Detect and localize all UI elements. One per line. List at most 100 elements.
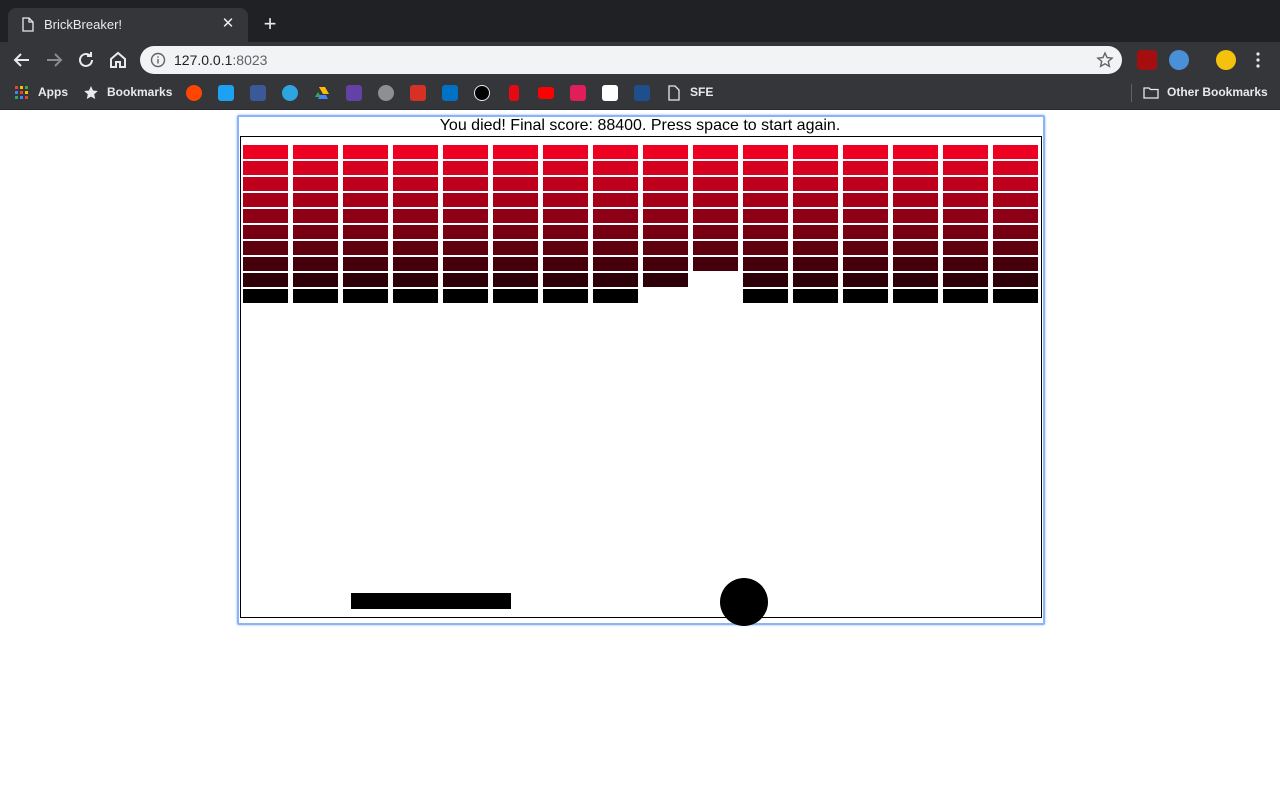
brick <box>793 193 838 207</box>
brick <box>343 177 388 191</box>
brick <box>243 241 288 255</box>
brick <box>743 257 788 271</box>
home-icon[interactable] <box>106 48 130 72</box>
brick <box>493 289 538 303</box>
brick <box>493 241 538 255</box>
brick <box>893 209 938 223</box>
brick <box>543 161 588 175</box>
brick <box>993 257 1038 271</box>
github-icon[interactable] <box>474 85 490 101</box>
brick <box>243 273 288 287</box>
brick <box>443 241 488 255</box>
brick <box>443 145 488 159</box>
brick <box>343 209 388 223</box>
brick <box>793 289 838 303</box>
brick <box>243 225 288 239</box>
tab-brickbreaker[interactable]: BrickBreaker! ✕ <box>8 8 248 42</box>
brick <box>593 145 638 159</box>
brick <box>843 209 888 223</box>
brick <box>693 161 738 175</box>
ublock-icon[interactable] <box>1137 50 1157 70</box>
brick <box>343 193 388 207</box>
address-bar[interactable]: 127.0.0.1:8023 <box>140 46 1122 74</box>
brick <box>943 145 988 159</box>
close-tab-icon[interactable]: ✕ <box>218 14 238 34</box>
brick <box>943 273 988 287</box>
brick <box>943 289 988 303</box>
brick <box>293 289 338 303</box>
reload-icon[interactable] <box>74 48 98 72</box>
brick <box>543 177 588 191</box>
game-canvas[interactable] <box>240 136 1042 626</box>
game-status-message: You died! Final score: 88400. Press spac… <box>439 117 841 134</box>
brick <box>943 209 988 223</box>
brick <box>393 177 438 191</box>
brick <box>843 257 888 271</box>
apple-icon[interactable] <box>378 85 394 101</box>
outlook-icon[interactable] <box>442 85 458 101</box>
site-info-icon[interactable] <box>150 52 166 68</box>
brick <box>793 177 838 191</box>
brick <box>843 289 888 303</box>
brick <box>743 273 788 287</box>
drive-icon[interactable] <box>314 85 330 101</box>
brick <box>243 177 288 191</box>
brick <box>843 225 888 239</box>
sync-icon[interactable] <box>1169 50 1189 70</box>
menu-icon[interactable] <box>1248 50 1268 70</box>
brick <box>893 177 938 191</box>
bookmark-sfe[interactable]: SFE <box>690 85 713 99</box>
profile-avatar[interactable] <box>1216 50 1236 70</box>
slack-icon[interactable] <box>570 85 586 101</box>
bookmark-other-bookmarks[interactable]: Other Bookmarks <box>1167 85 1268 99</box>
brick <box>443 225 488 239</box>
brick <box>243 289 288 303</box>
brick <box>543 209 588 223</box>
reddit-icon[interactable] <box>186 85 202 101</box>
brick <box>293 257 338 271</box>
brick <box>593 209 638 223</box>
brick <box>543 193 588 207</box>
facebook-icon[interactable] <box>250 85 266 101</box>
brick <box>593 177 638 191</box>
forward-icon[interactable] <box>42 48 66 72</box>
brick <box>343 161 388 175</box>
brick <box>493 177 538 191</box>
brick <box>243 161 288 175</box>
rl-icon[interactable] <box>634 85 650 101</box>
brick <box>993 273 1038 287</box>
brick <box>793 225 838 239</box>
twitch-icon[interactable] <box>346 85 362 101</box>
brick <box>693 209 738 223</box>
brick <box>893 225 938 239</box>
brick <box>943 193 988 207</box>
page-icon <box>668 85 680 101</box>
amazon-icon[interactable] <box>602 85 618 101</box>
brick <box>443 193 488 207</box>
twitter-icon[interactable] <box>218 85 234 101</box>
brick <box>843 145 888 159</box>
brick <box>543 241 588 255</box>
youtube-icon[interactable] <box>538 87 554 99</box>
brick <box>993 161 1038 175</box>
brick <box>793 145 838 159</box>
brick <box>493 273 538 287</box>
bookmark-star-icon[interactable] <box>1096 51 1114 69</box>
back-icon[interactable] <box>10 48 34 72</box>
bookmark-apps[interactable]: Apps <box>38 85 68 99</box>
netflix-icon[interactable] <box>509 85 519 101</box>
new-tab-button[interactable]: + <box>258 12 282 36</box>
brick <box>543 273 588 287</box>
url-port: :8023 <box>232 52 268 68</box>
brick <box>443 161 488 175</box>
brick <box>393 225 438 239</box>
brick <box>643 273 688 287</box>
gmail-icon[interactable] <box>410 85 426 101</box>
brick <box>593 241 638 255</box>
bookmark-folder-bookmarks[interactable]: Bookmarks <box>107 85 172 99</box>
brick <box>893 193 938 207</box>
brick <box>393 257 438 271</box>
telegram-icon[interactable] <box>282 85 298 101</box>
brick <box>493 257 538 271</box>
brick <box>843 273 888 287</box>
